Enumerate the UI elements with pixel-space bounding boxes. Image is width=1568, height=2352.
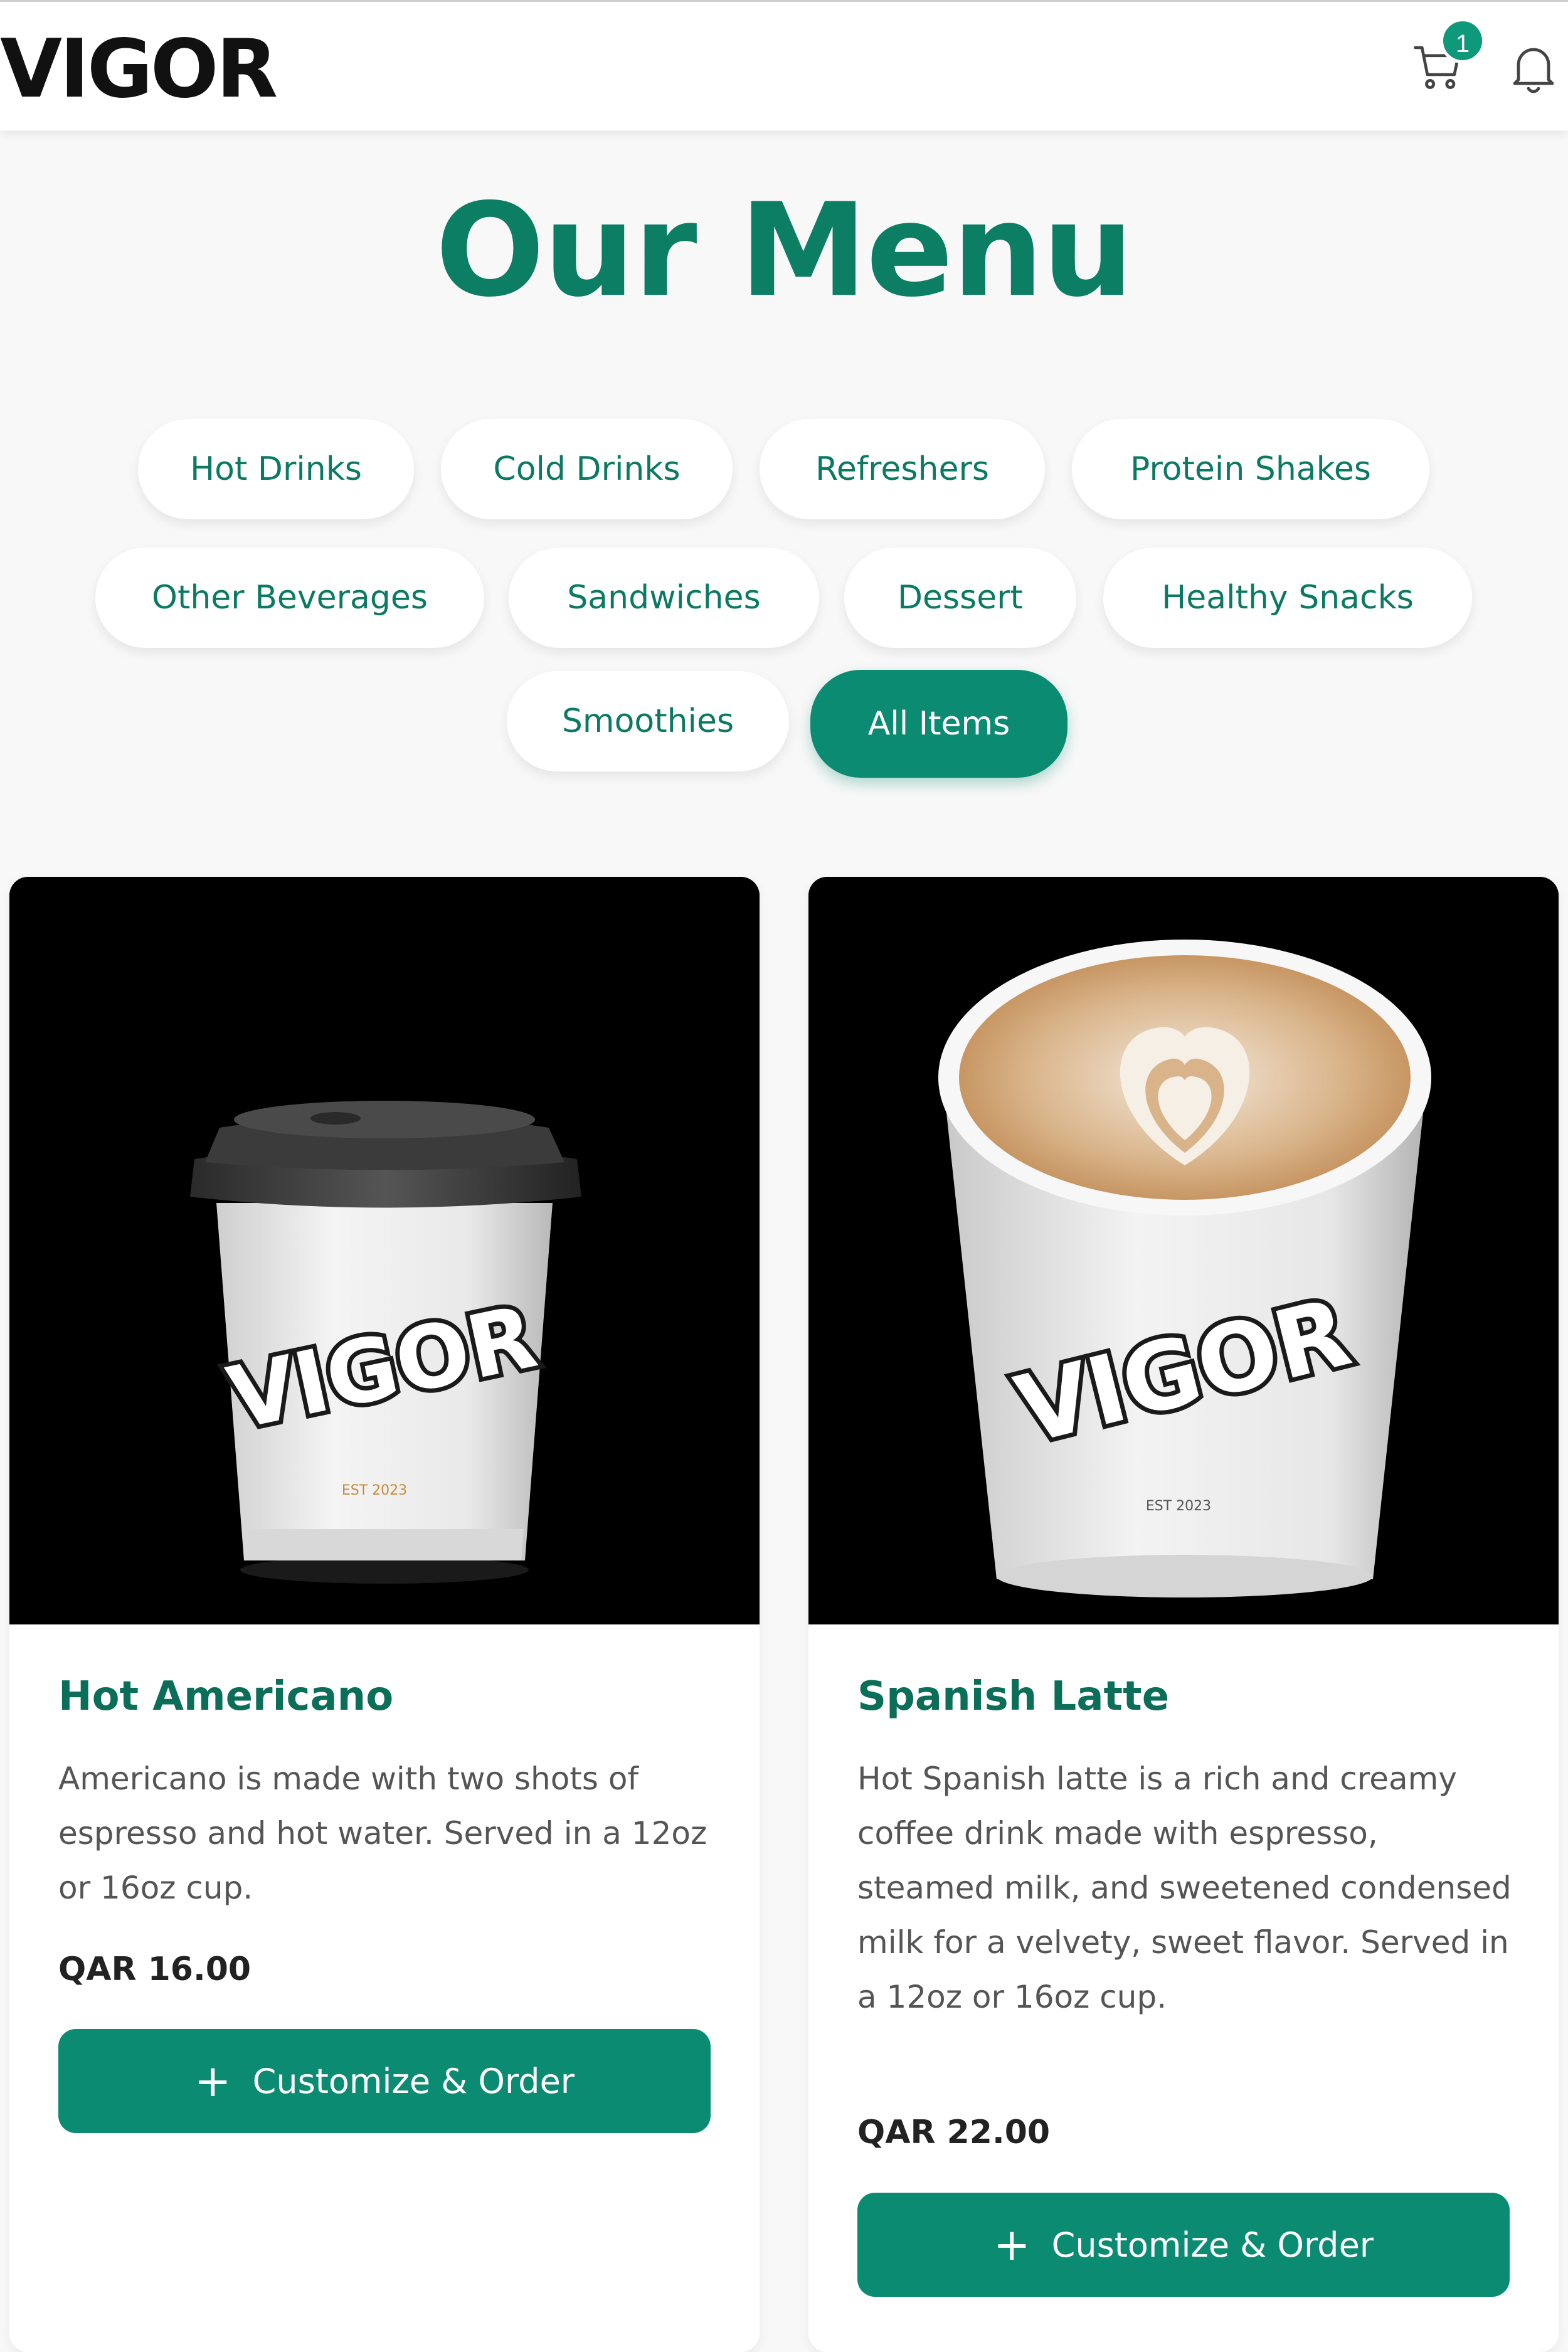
menu-item-card: VIGOR EST 2023 Hot Americano Americano i… <box>9 877 760 2352</box>
category-healthy-snacks[interactable]: Healthy Snacks <box>1103 548 1472 648</box>
item-description: Americano is made with two shots of espr… <box>58 1761 707 1906</box>
category-other-beverages[interactable]: Other Beverages <box>95 548 484 648</box>
cart-count-badge: 1 <box>1440 18 1485 63</box>
page-title: Our Menu <box>435 176 1134 326</box>
item-price: QAR 22.00 <box>857 2114 1051 2151</box>
plus-icon: + <box>194 2055 231 2107</box>
svg-text:EST 2023: EST 2023 <box>1146 1498 1211 1514</box>
category-cold-drinks[interactable]: Cold Drinks <box>441 419 733 519</box>
item-description: Hot Spanish latte is a rich and creamy c… <box>857 1761 1512 2015</box>
item-name: Spanish Latte <box>857 1673 1170 1720</box>
button-label: Customize & Order <box>1051 2225 1374 2265</box>
svg-text:EST 2023: EST 2023 <box>342 1483 407 1498</box>
item-name: Hot Americano <box>58 1673 394 1720</box>
top-bar: VIGOR 1 <box>0 0 1568 130</box>
customize-order-button[interactable]: + Customize & Order <box>58 2029 711 2133</box>
brand-logo[interactable]: VIGOR <box>0 26 278 114</box>
category-dessert[interactable]: Dessert <box>844 548 1076 648</box>
hot-americano-photo: VIGOR EST 2023 <box>9 877 760 1624</box>
bell-icon[interactable] <box>1508 40 1559 96</box>
menu-item-card: VIGOR EST 2023 Spanish Latte Hot Spanish… <box>808 877 1559 2352</box>
category-protein-shakes[interactable]: Protein Shakes <box>1072 419 1429 519</box>
category-smoothies[interactable]: Smoothies <box>507 671 789 771</box>
category-all-items[interactable]: All Items <box>810 670 1067 778</box>
button-label: Customize & Order <box>252 2061 575 2101</box>
item-price: QAR 16.00 <box>58 1951 252 1988</box>
category-refreshers[interactable]: Refreshers <box>760 419 1045 519</box>
spanish-latte-photo: VIGOR EST 2023 <box>808 877 1559 1624</box>
category-sandwiches[interactable]: Sandwiches <box>509 548 819 648</box>
category-hot-drinks[interactable]: Hot Drinks <box>138 419 414 519</box>
plus-icon: + <box>993 2219 1030 2270</box>
customize-order-button[interactable]: + Customize & Order <box>857 2193 1510 2297</box>
